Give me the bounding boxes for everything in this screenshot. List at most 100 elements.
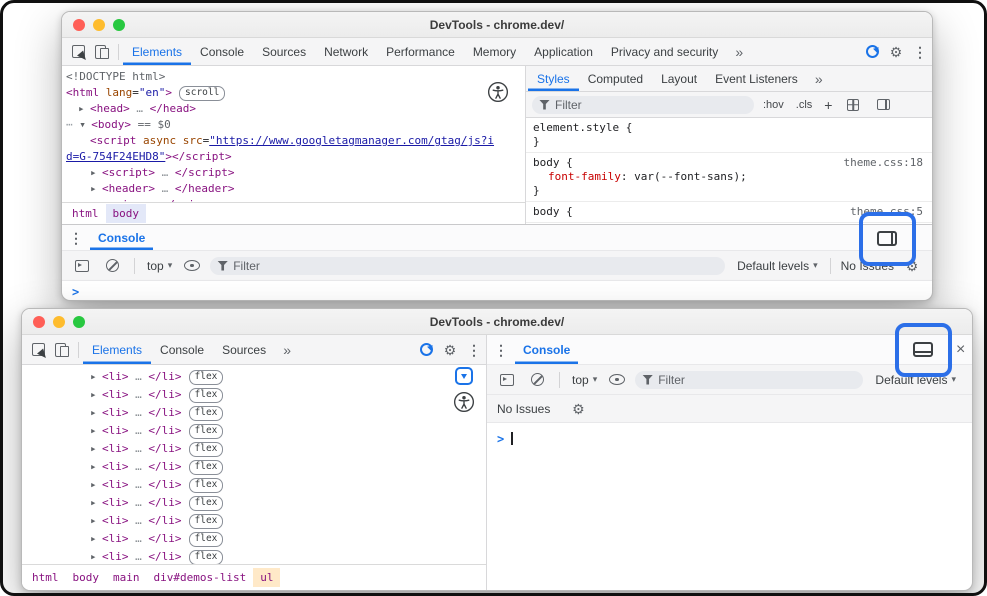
console-filter[interactable] <box>210 257 725 275</box>
adorner-badge[interactable]: flex <box>189 388 224 403</box>
disclosure-arrow-icon[interactable]: ▸ <box>90 422 102 440</box>
dock-side-button[interactable] <box>877 231 897 246</box>
console-sidebar-icon[interactable] <box>70 260 94 272</box>
console-filter-input[interactable] <box>233 259 718 273</box>
dock-side-button[interactable] <box>913 342 933 357</box>
code-line[interactable]: <script async src="https://www.googletag… <box>62 133 525 149</box>
titlebar[interactable]: DevTools - chrome.dev/ <box>62 12 932 38</box>
adorner-badge[interactable]: flex <box>189 550 224 564</box>
disclosure-arrow-icon[interactable]: ▸ <box>90 530 102 548</box>
code-token[interactable]: … <box>129 370 149 383</box>
code-token[interactable]: … <box>129 478 149 491</box>
disclosure-arrow-icon[interactable]: ▸ <box>90 404 102 422</box>
breadcrumb-item[interactable]: body <box>66 568 107 587</box>
disclosure-arrow-icon[interactable]: ▸ <box>90 440 102 458</box>
console-prompt[interactable]: > <box>62 281 932 299</box>
device-toolbar-icon[interactable] <box>90 38 114 65</box>
dom-tree-row[interactable]: ▸<li> … </li>flex <box>22 386 486 404</box>
maximize-window-button[interactable] <box>113 19 125 31</box>
stylesheet-source-link[interactable]: theme.css:5 <box>850 205 923 219</box>
tab-computed[interactable]: Computed <box>579 66 652 91</box>
code-token[interactable]: … <box>129 388 149 401</box>
tab-event-listeners[interactable]: Event Listeners <box>706 66 807 91</box>
drawer-tab-console[interactable]: Console <box>515 335 578 364</box>
element-classes-button[interactable]: .cls <box>793 99 816 111</box>
disclosure-arrow-icon[interactable]: ▸ <box>90 181 102 197</box>
minimize-window-button[interactable] <box>93 19 105 31</box>
grid-editor-icon[interactable] <box>841 99 865 111</box>
code-line[interactable]: d=G-754F24EHD8"></script> <box>62 149 525 165</box>
live-expression-eye-icon[interactable] <box>180 260 204 271</box>
code-token[interactable]: d=G-754F24EHD8" <box>66 150 165 163</box>
sync-icon[interactable] <box>860 38 884 65</box>
clear-console-icon[interactable] <box>100 259 124 272</box>
console-context-selector[interactable]: top ▾ <box>145 259 174 273</box>
tab-memory[interactable]: Memory <box>464 38 525 65</box>
console-filter-input[interactable] <box>658 373 856 387</box>
tab-privacy-and-security[interactable]: Privacy and security <box>602 38 727 65</box>
code-line[interactable]: <!DOCTYPE html> <box>62 69 525 85</box>
tab-console[interactable]: Console <box>191 38 253 65</box>
tab-application[interactable]: Application <box>525 38 602 65</box>
adorner-badge[interactable]: flex <box>189 460 224 475</box>
log-levels-dropdown[interactable]: Default levels ▾ <box>735 259 820 273</box>
code-line[interactable]: ▸<head> … </head> <box>62 101 525 117</box>
tab-elements[interactable]: Elements <box>83 335 151 364</box>
more-panels-icon[interactable]: » <box>275 335 299 364</box>
close-window-button[interactable] <box>33 316 45 328</box>
disclosure-arrow-icon[interactable]: ▸ <box>90 368 102 386</box>
dom-tree-row[interactable]: ▸<li> … </li>flex <box>22 422 486 440</box>
settings-gear-icon[interactable]: ⚙ <box>884 38 908 65</box>
tab-elements[interactable]: Elements <box>123 38 191 65</box>
code-token[interactable]: … <box>155 182 175 195</box>
tab-performance[interactable]: Performance <box>377 38 464 65</box>
tab-sources[interactable]: Sources <box>213 335 275 364</box>
code-token[interactable]: … <box>155 166 175 179</box>
maximize-window-button[interactable] <box>73 316 85 328</box>
rule-selector[interactable]: element.style <box>533 121 619 134</box>
adorner-badge[interactable]: flex <box>189 514 224 529</box>
breadcrumb-item[interactable]: ul <box>253 568 280 587</box>
tab-styles[interactable]: Styles <box>528 66 579 91</box>
titlebar[interactable]: DevTools - chrome.dev/ <box>22 309 972 335</box>
code-token[interactable]: … <box>129 406 149 419</box>
console-settings-gear-icon[interactable]: ⚙ <box>900 259 924 273</box>
code-token[interactable]: … <box>129 550 149 563</box>
adorner-badge[interactable]: scroll <box>179 86 225 101</box>
adorner-badge[interactable]: flex <box>189 370 224 385</box>
adorner-badge[interactable]: flex <box>189 442 224 457</box>
device-toolbar-icon[interactable] <box>50 335 74 364</box>
tab-network[interactable]: Network <box>315 38 377 65</box>
disclosure-arrow-icon[interactable]: ▸ <box>90 512 102 530</box>
console-settings-gear-icon[interactable]: ⚙ <box>566 402 590 416</box>
settings-gear-icon[interactable]: ⚙ <box>438 335 462 364</box>
breadcrumb-item[interactable]: main <box>106 568 147 587</box>
log-levels-dropdown[interactable]: Default levels ▾ <box>873 373 958 387</box>
breadcrumb-item[interactable]: body <box>106 204 147 223</box>
dom-tree-row[interactable]: ▸<li> … </li>flex <box>22 476 486 494</box>
adorner-badge[interactable]: flex <box>189 532 224 547</box>
styles-filter[interactable] <box>532 96 754 114</box>
code-token[interactable]: "https://www.googletagmanager.com/gtag/j… <box>209 134 494 147</box>
clear-console-icon[interactable] <box>525 373 549 386</box>
kebab-menu-icon[interactable]: ⋮ <box>64 225 88 250</box>
dom-tree-row[interactable]: ▸<li> … </li>flex <box>22 440 486 458</box>
styles-filter-input[interactable] <box>555 98 747 112</box>
code-line[interactable]: ⋯ ▾<body> == $0 <box>62 117 525 133</box>
console-prompt[interactable]: > <box>487 423 972 590</box>
issues-counter[interactable]: No Issues <box>841 259 894 273</box>
adorner-badge[interactable]: flex <box>189 424 224 439</box>
sync-icon[interactable] <box>414 335 438 364</box>
code-token[interactable]: … <box>129 496 149 509</box>
disclosure-arrow-icon[interactable]: ▾ <box>79 117 91 133</box>
close-window-button[interactable] <box>73 19 85 31</box>
breadcrumb-item[interactable]: html <box>65 204 106 223</box>
toggle-element-state-button[interactable]: :hov <box>760 99 787 111</box>
code-token[interactable]: … <box>130 102 150 115</box>
adorner-badge[interactable]: flex <box>189 496 224 511</box>
breadcrumb-item[interactable]: div#demos-list <box>147 568 254 587</box>
rule-selector[interactable]: body <box>533 205 560 218</box>
drawer-tab-console[interactable]: Console <box>90 225 153 250</box>
disclosure-arrow-icon[interactable]: ▸ <box>90 165 102 181</box>
live-expression-eye-icon[interactable] <box>605 374 629 385</box>
